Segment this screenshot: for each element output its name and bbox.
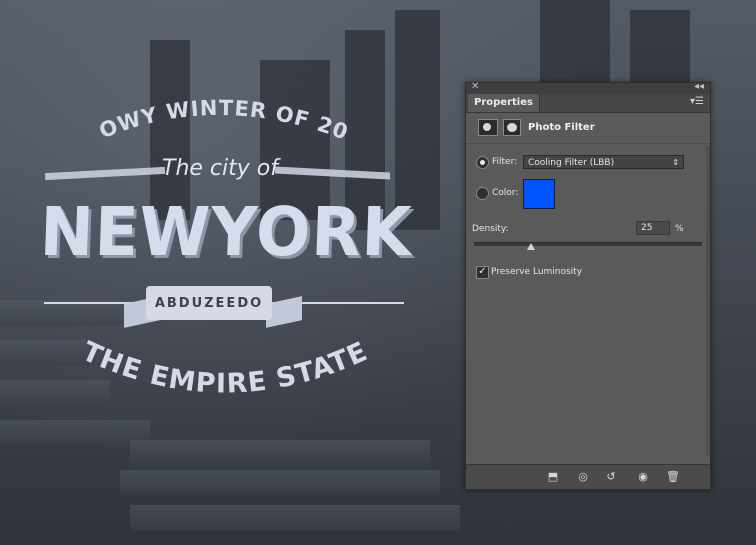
- bottom-arc-text: THE EMPIRE STATE: [77, 336, 372, 400]
- adjustment-title: Photo Filter: [528, 122, 595, 133]
- color-label: Color:: [492, 188, 519, 198]
- preserve-luminosity-label: Preserve Luminosity: [491, 267, 583, 277]
- density-slider[interactable]: [474, 242, 702, 246]
- filter-label: Filter:: [492, 157, 518, 167]
- filter-dropdown-value: Cooling Filter (LBB): [528, 158, 615, 168]
- visibility-icon[interactable]: ◉: [634, 469, 652, 485]
- double-chevron-icon[interactable]: ◂◂: [694, 81, 704, 92]
- bottom-arc-graphic: THE EMPIRE STATE: [77, 336, 372, 400]
- trash-icon[interactable]: 🗑: [664, 469, 682, 485]
- building-shape: [540, 0, 610, 85]
- color-swatch[interactable]: [523, 179, 555, 209]
- panel-menu-icon[interactable]: ▾☰: [690, 96, 704, 107]
- density-input[interactable]: 25: [636, 221, 670, 235]
- density-label: Density:: [472, 224, 509, 234]
- density-unit: %: [675, 224, 684, 234]
- properties-panel: ✕ ◂◂ Properties ▾☰ Photo Filter Filter: …: [465, 81, 711, 490]
- view-previous-state-icon[interactable]: ◎: [574, 469, 592, 485]
- filter-radio[interactable]: [476, 156, 489, 169]
- clip-to-layer-icon[interactable]: ⬒: [544, 469, 562, 485]
- preserve-luminosity-checkbox[interactable]: ✓: [476, 266, 489, 279]
- reset-icon[interactable]: ↺: [602, 469, 620, 485]
- panel-bottom-bar: ⬒ ◎ ↺ ◉ 🗑: [466, 464, 710, 489]
- close-icon[interactable]: ✕: [471, 81, 479, 92]
- mask-icon[interactable]: [503, 119, 521, 136]
- filter-dropdown[interactable]: Cooling Filter (LBB) ⇕: [523, 155, 684, 169]
- tab-properties[interactable]: Properties: [468, 94, 540, 112]
- color-radio[interactable]: [476, 187, 489, 200]
- building-shape: [630, 10, 690, 85]
- updown-arrows-icon: ⇕: [672, 158, 679, 167]
- panel-scrollbar[interactable]: [706, 146, 710, 456]
- density-slider-thumb[interactable]: [527, 243, 535, 250]
- panel-titlebar: ✕ ◂◂: [466, 81, 710, 94]
- panel-tab-row: Properties ▾☰: [466, 94, 710, 113]
- adjustment-layer-icon[interactable]: [478, 119, 498, 136]
- adjustment-header: Photo Filter: [466, 113, 710, 144]
